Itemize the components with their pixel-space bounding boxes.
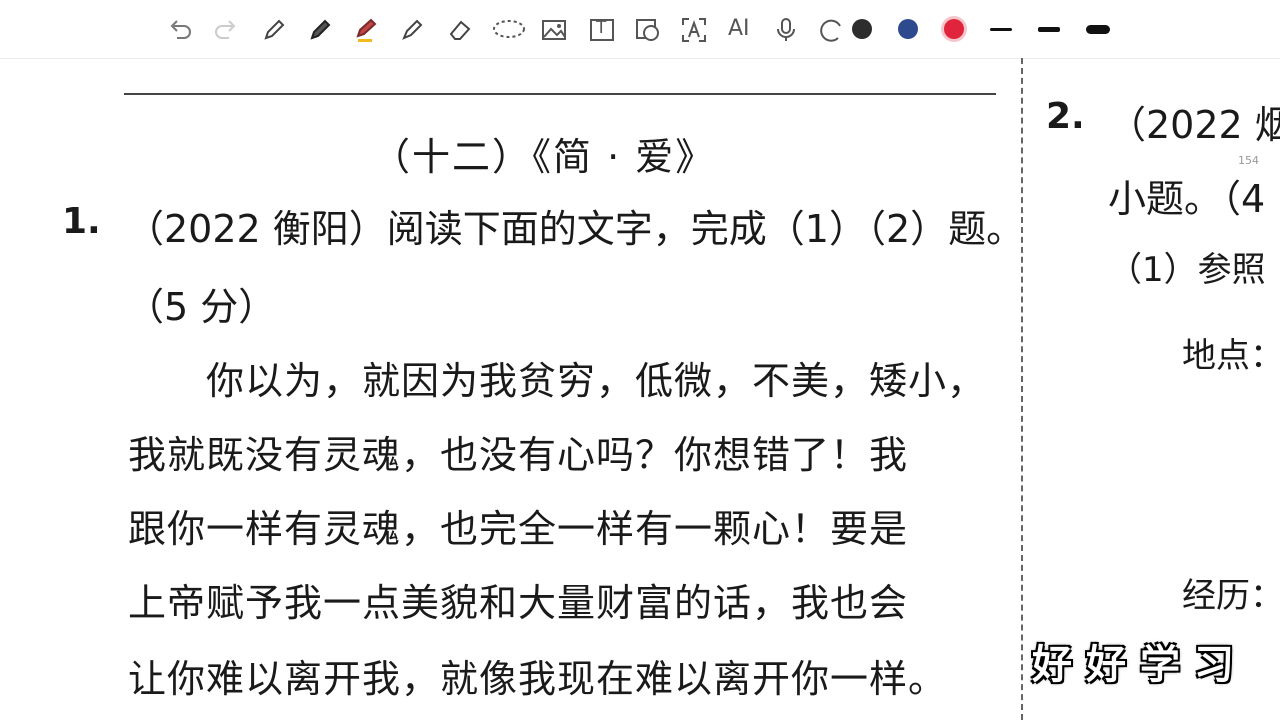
eraser-icon[interactable] bbox=[446, 16, 474, 44]
image-icon[interactable] bbox=[540, 16, 568, 44]
highlighter-icon[interactable] bbox=[352, 16, 380, 44]
passage-line: 跟你一样有灵魂，也完全一样有一颗心！要是 bbox=[128, 507, 909, 551]
passage-line: 你以为，就因为我贫穷，低微，不美，矮小， bbox=[128, 359, 987, 403]
passage-line: 让你难以离开我，就像我现在难以离开你一样。 bbox=[128, 657, 948, 701]
watermark-text: 好好学习 bbox=[1032, 642, 1248, 688]
more-icon[interactable] bbox=[816, 16, 844, 44]
question-number: 1. bbox=[62, 201, 101, 242]
question-stem-line: 小题。（4 bbox=[1108, 177, 1266, 221]
document-page-left[interactable]: （十二）《简 · 爱》 1. （2022 衡阳）阅读下面的文字，完成（1）（2）… bbox=[0, 58, 1025, 720]
experience-label: 经历： bbox=[1182, 576, 1280, 616]
stroke-thick[interactable] bbox=[1086, 25, 1110, 34]
page-number: 154 bbox=[1238, 154, 1259, 167]
passage-line: 我就既没有灵魂，也没有心吗？你想错了！我 bbox=[128, 433, 909, 477]
text-tool-label: T bbox=[596, 18, 607, 38]
lasso-icon[interactable] bbox=[492, 16, 526, 44]
question-stem: （2022 衡阳）阅读下面的文字，完成（1）（2）题。 bbox=[126, 207, 1025, 251]
pencil-icon[interactable] bbox=[260, 16, 288, 44]
undo-icon[interactable] bbox=[166, 16, 194, 44]
ai-icon[interactable]: AI bbox=[728, 16, 750, 41]
marker-icon[interactable] bbox=[398, 16, 426, 44]
redo-icon[interactable] bbox=[212, 16, 240, 44]
question-number: 2. bbox=[1046, 96, 1085, 137]
shape-icon[interactable] bbox=[634, 16, 662, 44]
question-score: （5 分） bbox=[126, 285, 277, 329]
horizontal-rule bbox=[124, 93, 996, 95]
question-stem: （2022 烟 bbox=[1108, 103, 1280, 147]
text-box-icon[interactable]: T bbox=[588, 16, 616, 44]
pen-icon[interactable] bbox=[306, 16, 334, 44]
ocr-text-icon[interactable] bbox=[680, 16, 708, 44]
color-swatch-red[interactable] bbox=[944, 19, 964, 39]
annotation-toolbar: T AI bbox=[0, 0, 1280, 59]
color-swatch-black[interactable] bbox=[852, 19, 872, 39]
microphone-icon[interactable] bbox=[772, 16, 800, 44]
stroke-medium[interactable] bbox=[1038, 27, 1060, 32]
stroke-thin[interactable] bbox=[990, 28, 1012, 31]
document-page-right[interactable]: 2. （2022 烟 154 小题。（4 （1）参照 地点： 经历： bbox=[1024, 58, 1280, 720]
page-divider bbox=[1021, 58, 1023, 720]
section-title: （十二）《简 · 爱》 bbox=[372, 135, 716, 179]
place-label: 地点： bbox=[1182, 336, 1280, 376]
passage-line: 上帝赋予我一点美貌和大量财富的话，我也会 bbox=[128, 581, 909, 625]
color-swatch-blue[interactable] bbox=[898, 19, 918, 39]
sub-question: （1）参照 bbox=[1108, 250, 1266, 290]
